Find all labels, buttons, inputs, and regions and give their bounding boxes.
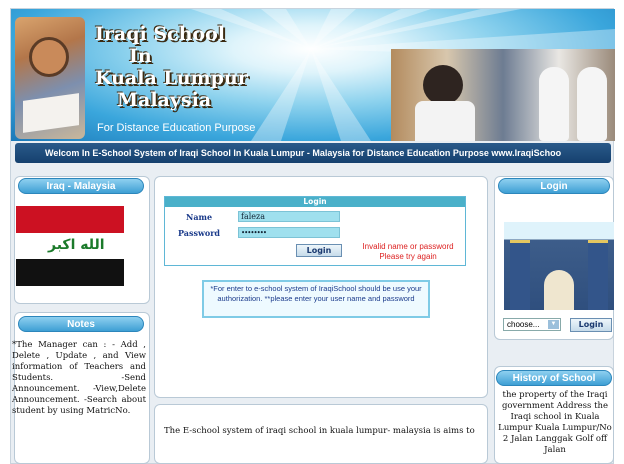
title-line: In	[129, 45, 152, 67]
right-login-title: Login	[498, 178, 610, 194]
name-input[interactable]: faleza	[238, 211, 340, 222]
girl-image	[423, 65, 463, 105]
header-banner: Iraqi School In Kuala Lumpur Malaysia Fo…	[11, 9, 615, 141]
student-hijab-image	[577, 67, 607, 141]
gate-tower	[510, 240, 530, 310]
login-instructions: *For enter to e-school system of IraqiSc…	[202, 280, 430, 318]
student-hijab-image	[539, 67, 569, 141]
role-select-value: choose...	[507, 320, 540, 329]
students-photo	[15, 17, 85, 139]
book-image	[23, 93, 79, 133]
right-login-button[interactable]: Login	[570, 318, 612, 332]
password-label: Password	[178, 228, 221, 238]
login-button[interactable]: Login	[296, 244, 342, 257]
flag-panel-title: Iraq - Malaysia	[18, 178, 144, 194]
name-label: Name	[186, 212, 213, 222]
flag-inscription: الله اكبر	[48, 237, 105, 253]
notes-text: *The Manager can : - Add , Delete , Upda…	[12, 340, 146, 416]
history-text: the property of the Iraqi government Add…	[498, 390, 612, 455]
role-select[interactable]: choose... ▼	[503, 318, 561, 331]
site-title: Iraqi School In Kuala Lumpur Malaysia	[95, 23, 248, 111]
chevron-down-icon[interactable]: ▼	[548, 320, 559, 329]
title-line: Malaysia	[117, 89, 212, 111]
gate-tower	[588, 240, 608, 310]
ishtar-gate-image	[504, 222, 614, 310]
site-subtitle: For Distance Education Purpose	[97, 122, 256, 134]
login-form-header: Login	[165, 197, 465, 207]
error-message: Invalid name or password Please try agai…	[362, 242, 454, 261]
notes-title: Notes	[18, 316, 144, 332]
uniform-image	[415, 101, 475, 141]
title-line: Kuala Lumpur	[95, 67, 248, 89]
student-image	[29, 37, 69, 77]
iraq-flag-image: الله اكبر	[16, 206, 124, 286]
intro-text: The E-school system of iraqi school in k…	[164, 426, 475, 436]
password-input[interactable]: ••••••••	[238, 227, 340, 238]
gate-arch	[544, 270, 574, 310]
school-photo	[391, 49, 615, 141]
title-line: Iraqi School	[95, 23, 225, 45]
history-title: History of School	[496, 370, 612, 386]
welcome-marquee: Welcom In E-School System of Iraqi Schoo…	[15, 143, 611, 163]
